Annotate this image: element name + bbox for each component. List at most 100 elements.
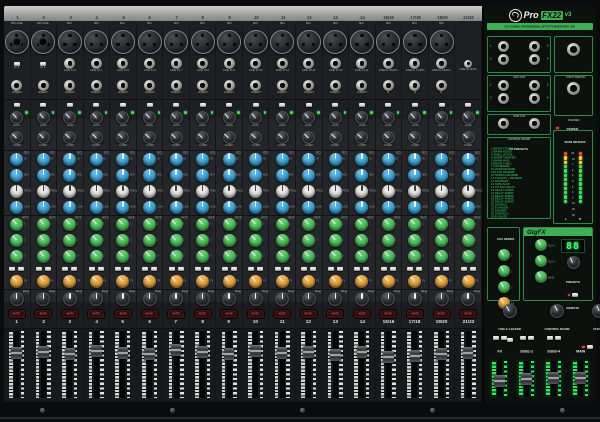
sub-assign-3-4-button[interactable] xyxy=(257,266,264,271)
aux-2-knob[interactable]: 2 xyxy=(169,233,184,247)
fader-slot[interactable] xyxy=(223,331,235,398)
channel-fader[interactable] xyxy=(296,328,322,402)
comp-knob[interactable] xyxy=(116,131,130,144)
fader-slot[interactable] xyxy=(383,331,394,398)
sub-assign-3-4-button[interactable] xyxy=(97,266,104,271)
eq-hi-knob[interactable]: HI xyxy=(36,152,53,166)
comp-knob[interactable] xyxy=(89,131,103,144)
eq-hi-knob[interactable]: HI xyxy=(302,152,318,166)
eq-hi-knob[interactable]: HI xyxy=(63,152,79,166)
fader-slot[interactable] xyxy=(117,331,129,398)
eq-mid-knob[interactable]: MID xyxy=(63,168,81,182)
low-cut-button[interactable] xyxy=(358,103,365,107)
eq-freq-knob[interactable]: FREQ xyxy=(381,184,402,198)
fader-slot[interactable] xyxy=(356,331,368,398)
eq-low-knob[interactable]: LOW xyxy=(169,200,189,214)
fader-slot[interactable] xyxy=(197,331,208,398)
fx-send-knob[interactable]: FX xyxy=(169,274,186,288)
comp-knob[interactable] xyxy=(36,131,50,144)
comp-knob[interactable] xyxy=(10,131,24,144)
aux-2-knob[interactable]: 2 xyxy=(116,233,131,247)
sub-assign-1-2-button[interactable] xyxy=(327,266,334,271)
fader-slot[interactable] xyxy=(494,361,505,396)
comp-knob[interactable] xyxy=(461,131,475,144)
aux-2-knob[interactable]: 2 xyxy=(196,233,211,247)
fx-send-knob[interactable]: FX xyxy=(355,274,372,288)
eq-freq-knob[interactable]: FREQ xyxy=(302,184,323,198)
eq-low-knob[interactable]: LOW xyxy=(36,200,56,214)
pan-knob[interactable] xyxy=(169,292,184,306)
eq-hi-knob[interactable]: HI xyxy=(381,152,398,166)
mute-button[interactable]: MUTE xyxy=(459,308,478,319)
fader-cap[interactable] xyxy=(197,346,208,359)
eq-hi-knob[interactable]: HI xyxy=(143,152,159,166)
gain-knob[interactable] xyxy=(89,111,103,124)
fader-cap[interactable] xyxy=(276,347,288,360)
sub-assign-1-2-button[interactable] xyxy=(354,266,361,271)
low-cut-button[interactable] xyxy=(173,103,180,107)
fader-slot[interactable] xyxy=(11,331,22,398)
aux-3-knob[interactable]: 3 xyxy=(10,249,25,263)
low-cut-button[interactable] xyxy=(40,103,47,107)
aux-1-knob[interactable]: 1 xyxy=(169,217,184,231)
sub-assign-3-4-button[interactable] xyxy=(443,266,450,271)
channel-fader[interactable] xyxy=(4,328,30,402)
fader-slot[interactable] xyxy=(38,331,49,398)
comp-knob[interactable] xyxy=(381,131,395,144)
master-fader[interactable] xyxy=(540,359,567,400)
low-cut-button[interactable] xyxy=(305,103,312,107)
fx-send-knob[interactable]: FX xyxy=(302,274,319,288)
sub-assign-3-4-button[interactable] xyxy=(124,266,131,271)
remote-switch[interactable] xyxy=(572,293,579,297)
sub-assign-1-2-button[interactable] xyxy=(88,266,95,271)
pan-knob[interactable] xyxy=(36,292,51,306)
sub-assign-1-2-button[interactable] xyxy=(195,266,202,271)
aux-3-knob[interactable]: 3 xyxy=(408,249,423,263)
low-cut-button[interactable] xyxy=(119,103,126,107)
mute-button[interactable]: MUTE xyxy=(299,308,318,319)
aux-3-knob[interactable]: 3 xyxy=(275,249,291,263)
main-assign-button[interactable] xyxy=(527,336,534,340)
aux-1-knob[interactable]: 1 xyxy=(275,217,291,231)
sub-assign-1-2-button[interactable] xyxy=(9,266,16,271)
mute-button[interactable]: MUTE xyxy=(220,308,239,319)
pan-knob[interactable] xyxy=(461,292,476,306)
gain-knob[interactable] xyxy=(381,111,395,124)
eq-hi-knob[interactable]: HI xyxy=(222,152,239,166)
pan-knob[interactable] xyxy=(222,292,237,306)
comp-knob[interactable] xyxy=(302,131,316,144)
eq-freq-knob[interactable]: FREQ xyxy=(169,184,190,198)
aux-master-3-knob[interactable]: 3 xyxy=(497,281,512,293)
eq-low-knob[interactable]: LOW xyxy=(328,200,348,214)
mute-button[interactable]: MUTE xyxy=(432,308,451,319)
channel-fader[interactable] xyxy=(349,328,375,402)
gain-knob[interactable] xyxy=(116,111,130,124)
main-assign-button[interactable] xyxy=(492,336,499,340)
aux-2-knob[interactable]: 2 xyxy=(355,233,370,247)
comp-knob[interactable] xyxy=(328,131,342,144)
sub-assign-3-4-button[interactable] xyxy=(336,266,343,271)
fx-send-knob[interactable]: FX xyxy=(249,274,266,288)
eq-freq-knob[interactable]: FREQ xyxy=(36,184,57,198)
phones-knob[interactable] xyxy=(592,304,600,318)
sub-assign-3-4-button[interactable] xyxy=(18,266,25,271)
gain-knob[interactable] xyxy=(143,111,156,124)
aux-1-knob[interactable]: 1 xyxy=(89,217,105,231)
sub-assign-3-4-button[interactable] xyxy=(469,266,476,271)
fader-cap[interactable] xyxy=(383,351,394,364)
mute-button[interactable]: MUTE xyxy=(140,308,159,319)
mute-button[interactable]: MUTE xyxy=(60,308,79,319)
sub-assign-1-2-button[interactable] xyxy=(301,266,308,271)
low-cut-button[interactable] xyxy=(252,103,259,107)
fader-slot[interactable] xyxy=(575,361,586,396)
eq-hi-knob[interactable]: HI xyxy=(328,152,345,166)
aux-1-knob[interactable]: 1 xyxy=(355,217,370,231)
channel-fader[interactable] xyxy=(242,328,269,402)
comp-knob[interactable] xyxy=(408,131,422,144)
fader-cap[interactable] xyxy=(64,347,76,360)
pan-knob[interactable] xyxy=(301,292,316,306)
pan-knob[interactable] xyxy=(142,292,157,306)
aux-3-knob[interactable]: 3 xyxy=(328,249,344,263)
eq-low-knob[interactable]: LOW xyxy=(63,200,83,214)
mute-button[interactable]: MUTE xyxy=(326,308,345,319)
